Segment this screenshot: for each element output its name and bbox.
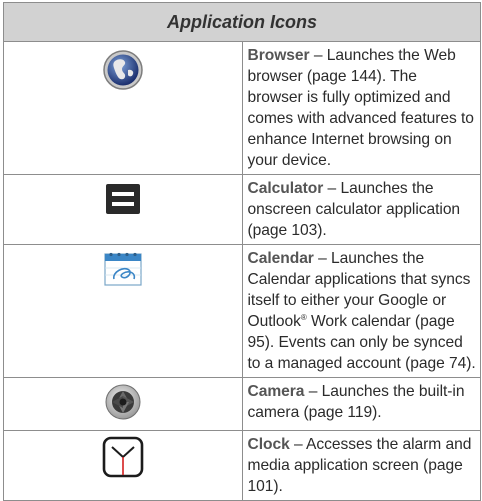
clock-icon (102, 436, 144, 478)
table-header: Application Icons (3, 2, 481, 42)
page: Application Icons Browser – Launches the… (0, 0, 482, 501)
app-name: Clock (247, 436, 290, 453)
table-row-calendar: Calendar – Launches the Calendar applica… (3, 244, 481, 378)
icon-cell (3, 244, 243, 378)
app-name: Camera (247, 383, 305, 400)
description-cell: Clock – Accesses the alarm and media app… (241, 430, 481, 501)
description-cell: Calendar – Launches the Calendar applica… (241, 244, 481, 378)
calendar-icon (104, 252, 142, 286)
app-name: Calculator (247, 180, 324, 197)
browser-globe-icon (103, 50, 143, 90)
table-row-calculator: Calculator – Launches the onscreen calcu… (3, 174, 481, 245)
separator-dash: – (304, 383, 322, 400)
description-cell: Browser – Launches the Web browser (page… (241, 41, 481, 175)
icon-cell (3, 41, 243, 175)
separator-dash: – (323, 180, 341, 197)
table-row-browser: Browser – Launches the Web browser (page… (3, 41, 481, 175)
calculator-icon (105, 184, 140, 214)
application-icons-table: Application Icons Browser – Launches the… (3, 2, 481, 501)
table-header-row: Application Icons (3, 2, 481, 42)
app-description: Launches the Web browser (page 144). The… (247, 47, 474, 169)
icon-cell (3, 430, 243, 501)
camera-aperture-icon (105, 384, 141, 420)
separator-dash: – (289, 436, 307, 453)
table-row-clock: Clock – Accesses the alarm and media app… (3, 430, 481, 501)
app-name: Browser (247, 47, 310, 64)
icon-cell (3, 174, 243, 245)
app-name: Calendar (247, 250, 314, 267)
separator-dash: – (313, 250, 332, 267)
separator-dash: – (309, 47, 327, 64)
description-cell: Calculator – Launches the onscreen calcu… (241, 174, 481, 245)
